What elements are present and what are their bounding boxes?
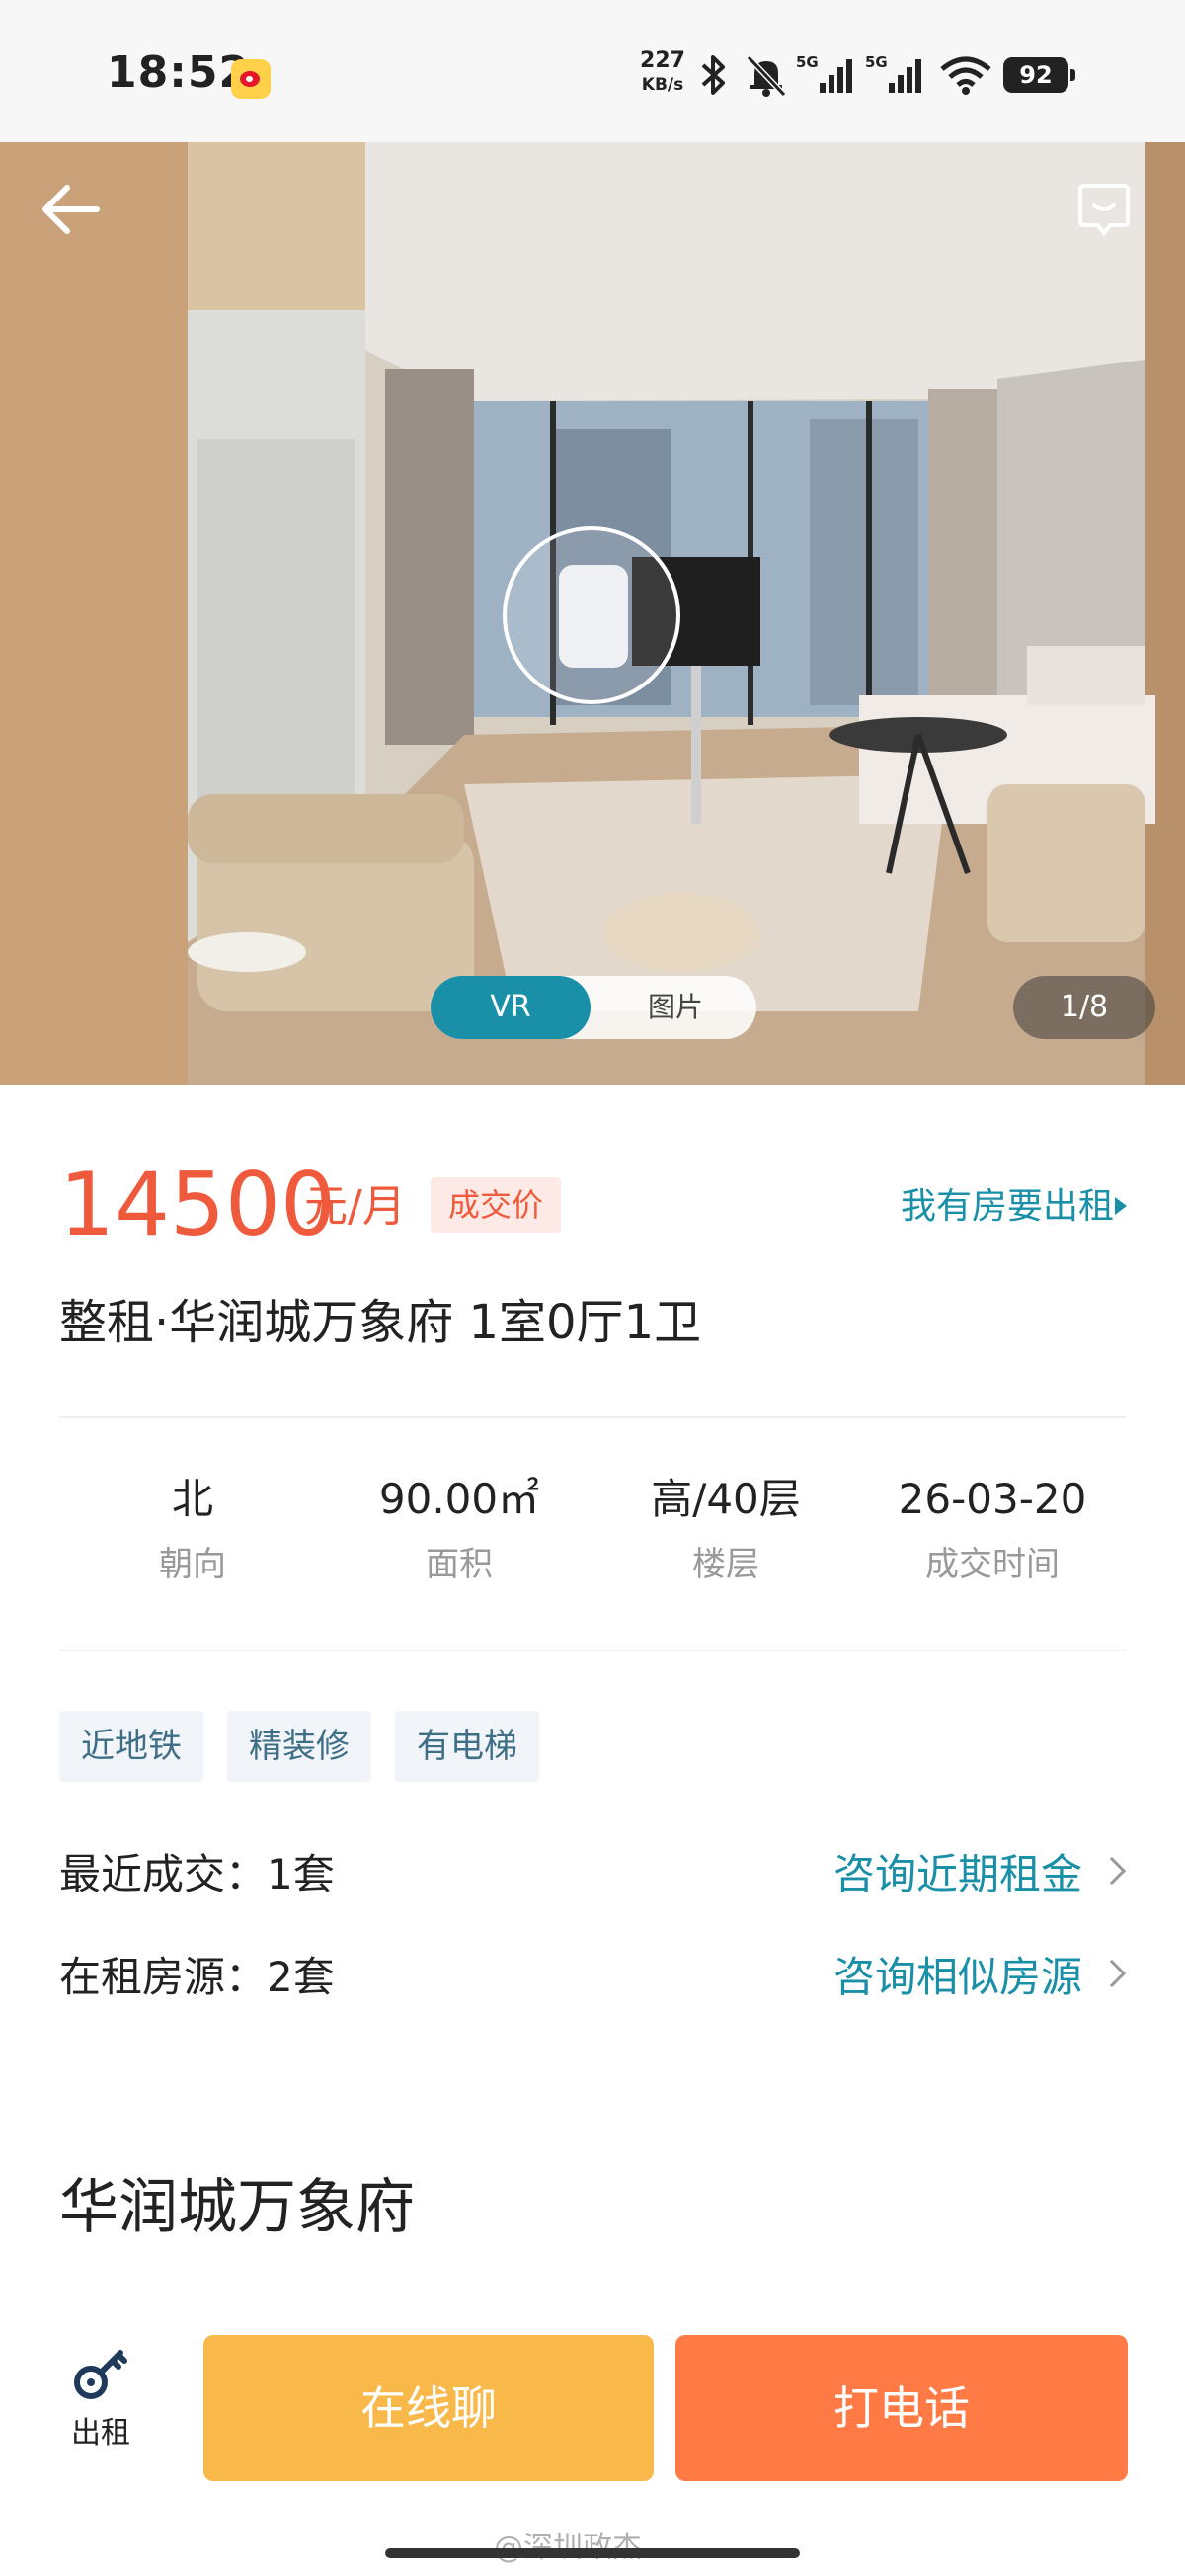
media-switch: VR 图片 [431, 976, 756, 1039]
stat-area: 90.00㎡ 面积 [326, 1468, 592, 1606]
recent-deals-label: 最近成交：1套 [59, 1850, 335, 1898]
ask-similar-listings-link[interactable]: 咨询相似房源 [833, 1942, 1082, 2013]
wifi-icon [940, 56, 991, 95]
listing-title: 整租·华润城万象府 1室0厅1卫 [59, 1295, 702, 1350]
stat-value: 北 [171, 1475, 213, 1523]
stat-value: 高/40层 [651, 1475, 801, 1523]
caret-right-icon [1115, 1197, 1127, 1215]
recent-deals-row: 最近成交：1套 咨询近期租金 [59, 1839, 1127, 1910]
chevron-right-icon[interactable] [1097, 1856, 1127, 1886]
stat-label: 成交时间 [925, 1545, 1060, 1584]
listing-photo[interactable]: VR 图片 1/8 [0, 142, 1185, 1085]
key-icon [74, 2350, 127, 2399]
stat-label: 朝向 [159, 1545, 226, 1584]
divider [59, 1416, 1126, 1418]
active-rentals-label: 在租房源：2套 [59, 1953, 335, 2001]
stat-label: 楼层 [692, 1545, 759, 1584]
network-speed: 227 KB/s [632, 49, 693, 97]
chat-bubble-icon[interactable] [1074, 180, 1134, 239]
mute-bell-icon [746, 54, 787, 98]
key-stats: 北 朝向 90.00㎡ 面积 高/40层 楼层 26-03-20 成交时间 [59, 1468, 1126, 1606]
tag: 有电梯 [395, 1711, 539, 1782]
call-button[interactable]: 打电话 [675, 2335, 1128, 2481]
svg-text:5G: 5G [865, 53, 888, 71]
ask-recent-rent-link[interactable]: 咨询近期租金 [833, 1839, 1082, 1910]
price-value: 14500 [59, 1154, 336, 1255]
svg-text:5G: 5G [796, 53, 819, 71]
signal-5g-icon: 5G [865, 53, 921, 93]
stat-floor: 高/40层 楼层 [592, 1468, 859, 1606]
back-arrow-icon[interactable] [36, 174, 107, 245]
network-speed-unit: KB/s [641, 75, 684, 95]
feature-tags: 近地铁 精装修 有电梯 [59, 1711, 539, 1782]
status-time: 18:52 [107, 47, 251, 98]
divider [59, 1650, 1126, 1651]
stat-orientation: 北 朝向 [59, 1468, 326, 1606]
home-indicator[interactable] [385, 2548, 800, 2558]
tab-photos[interactable]: 图片 [594, 976, 756, 1039]
price-unit: 元/月 [304, 1181, 406, 1232]
rent-out-link[interactable]: 我有房要出租 [901, 1179, 1114, 1235]
stat-deal-date: 26-03-20 成交时间 [859, 1468, 1126, 1606]
stat-value: 26-03-20 [898, 1475, 1087, 1523]
bluetooth-icon [701, 55, 725, 95]
vr-pano-icon[interactable] [500, 523, 683, 707]
deal-price-badge: 成交价 [431, 1177, 562, 1233]
active-rentals-row: 在租房源：2套 咨询相似房源 [59, 1942, 1127, 2013]
weibo-app-icon [231, 59, 271, 99]
network-speed-value: 227 [640, 48, 685, 73]
rent-tab-label: 出租 [71, 2416, 130, 2451]
chevron-right-icon[interactable] [1097, 1959, 1127, 1988]
stat-value: 90.00㎡ [378, 1475, 540, 1523]
battery-icon: 92 [1003, 57, 1075, 93]
status-bar: 18:52 227 KB/s 5G 5G 92 [0, 0, 1185, 142]
online-chat-button[interactable]: 在线聊 [203, 2335, 654, 2481]
signal-5g-icon: 5G [796, 53, 852, 93]
tag: 精装修 [227, 1711, 371, 1782]
tag: 近地铁 [59, 1711, 203, 1782]
photo-counter: 1/8 [1013, 976, 1155, 1039]
community-name: 华润城万象府 [59, 2173, 415, 2242]
tab-vr[interactable]: VR [431, 976, 591, 1039]
rent-tab[interactable]: 出租 [59, 2341, 142, 2469]
stat-label: 面积 [426, 1545, 493, 1584]
